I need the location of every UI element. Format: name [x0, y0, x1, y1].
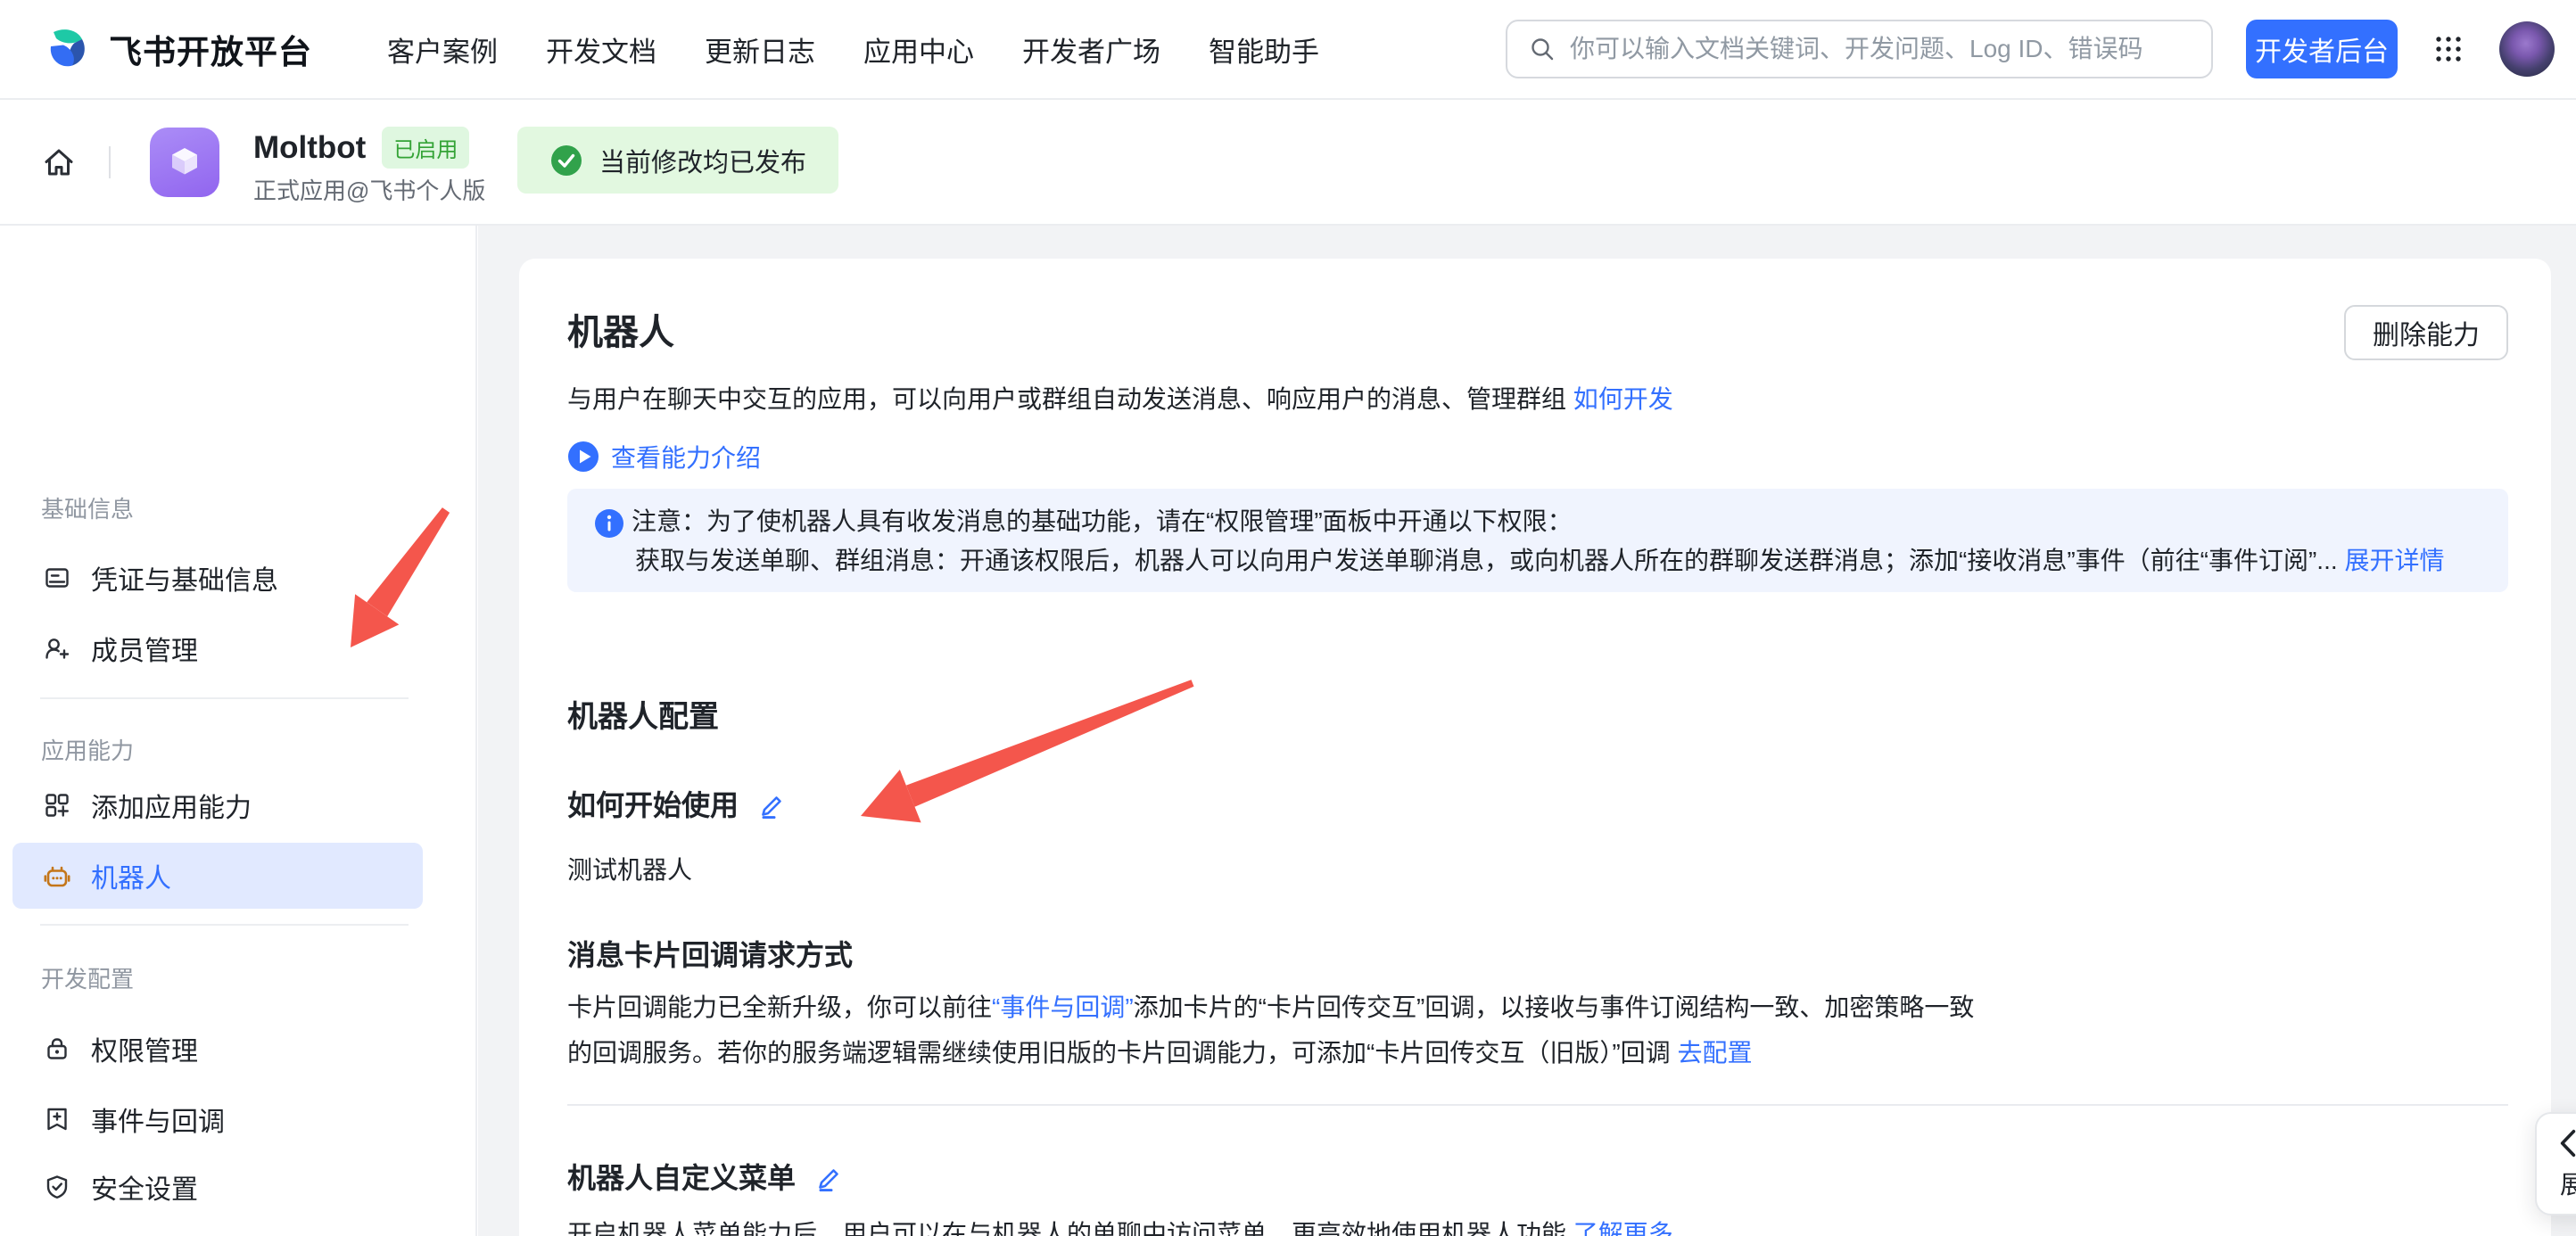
expand-panel-tab[interactable]: 展	[2535, 1112, 2576, 1215]
sidebar-group-dev-config: 开发配置	[41, 961, 134, 994]
app-subtitle: 正式应用@飞书个人版	[253, 173, 485, 206]
avatar[interactable]	[2499, 21, 2555, 77]
sidebar-item-test-company[interactable]: 测试企业和人员	[12, 1224, 423, 1236]
delete-capability-button[interactable]: 删除能力	[2344, 305, 2508, 360]
sidebar-item-permissions[interactable]: 权限管理	[12, 1016, 423, 1082]
nav-item-dev-plaza[interactable]: 开发者广场	[1022, 29, 1160, 70]
sidebar-item-credentials[interactable]: 凭证与基础信息	[12, 545, 423, 611]
learn-more-link[interactable]: 了解更多	[1573, 1220, 1673, 1236]
divider	[567, 1104, 2508, 1106]
nav-right: 开发者后台	[1506, 20, 2555, 78]
capability-intro-label: 查看能力介绍	[611, 439, 761, 474]
search-icon	[1529, 36, 1556, 62]
how-to-start-heading: 如何开始使用	[567, 783, 739, 824]
publish-status: 当前修改均已发布	[517, 127, 838, 194]
sidebar-item-label: 凭证与基础信息	[91, 558, 278, 597]
capability-intro-link[interactable]: 查看能力介绍	[567, 439, 761, 474]
sidebar: 基础信息 凭证与基础信息 成员管理 应用能力	[0, 226, 477, 1236]
sidebar-group-capabilities: 应用能力	[41, 733, 134, 766]
divider	[109, 146, 111, 178]
nav-item-app-center[interactable]: 应用中心	[863, 29, 974, 70]
feishu-logo	[45, 24, 95, 74]
app-name: Moltbot	[253, 130, 366, 166]
sidebar-item-label: 添加应用能力	[91, 786, 252, 825]
sidebar-item-label: 事件与回调	[91, 1100, 225, 1139]
edit-pencil-icon[interactable]	[756, 788, 787, 819]
collapse-chevron-icon	[2558, 1128, 2576, 1158]
apps-grid-icon[interactable]	[2433, 34, 2464, 64]
notice-line2: 获取与发送单聊、群组消息：开通该权限后，机器人可以向用户发送单聊消息，或向机器人…	[635, 542, 2444, 580]
sidebar-group-basic-info: 基础信息	[41, 491, 134, 524]
nav-item-assistant[interactable]: 智能助手	[1209, 29, 1319, 70]
shield-icon	[43, 1173, 71, 1201]
member-icon	[43, 634, 71, 663]
info-icon	[594, 508, 624, 539]
credential-icon	[43, 564, 71, 592]
card-callback-heading: 消息卡片回调请求方式	[567, 933, 853, 974]
custom-menu-heading: 机器人自定义菜单	[567, 1156, 796, 1197]
lock-icon	[43, 1034, 71, 1063]
home-icon[interactable]	[41, 144, 77, 180]
developer-console-button[interactable]: 开发者后台	[2246, 20, 2398, 78]
test-bot-value: 测试机器人	[567, 851, 692, 886]
add-capability-icon	[43, 791, 71, 820]
nav-item-changelog[interactable]: 更新日志	[705, 29, 815, 70]
nav-item-docs[interactable]: 开发文档	[546, 29, 656, 70]
sidebar-item-add-capability[interactable]: 添加应用能力	[12, 772, 423, 838]
check-circle-icon	[549, 144, 583, 177]
notice-line1: 注意：为了使机器人具有收发消息的基础功能，请在“权限管理”面板中开通以下权限：	[632, 503, 1573, 540]
nav-item-cases[interactable]: 客户案例	[387, 29, 498, 70]
custom-menu-row: 机器人自定义菜单	[567, 1156, 844, 1197]
sidebar-item-label: 机器人	[91, 856, 171, 895]
sidebar-item-security[interactable]: 安全设置	[12, 1154, 423, 1220]
divider	[40, 697, 409, 699]
sidebar-item-label: 成员管理	[91, 629, 198, 668]
brand[interactable]: 飞书开放平台	[45, 24, 312, 74]
publish-status-text: 当前修改均已发布	[599, 142, 806, 179]
bot-description: 与用户在聊天中交互的应用，可以向用户或群组自动发送消息、响应用户的消息、管理群组…	[567, 380, 1673, 416]
custom-menu-description: 开启机器人菜单能力后，用户可以在与机器人的单聊中访问菜单，更高效地使用机器人功能…	[567, 1215, 1673, 1236]
card-callback-paragraph: 卡片回调能力已全新升级，你可以前往“事件与回调”添加卡片的“卡片回传交互”回调，…	[567, 985, 1974, 1075]
main-area: 机器人 删除能力 与用户在聊天中交互的应用，可以向用户或群组自动发送消息、响应用…	[478, 226, 2576, 1236]
play-circle-icon	[567, 441, 599, 473]
sidebar-item-label: 权限管理	[91, 1029, 198, 1068]
bot-config-heading: 机器人配置	[567, 692, 719, 736]
top-navbar: 飞书开放平台 客户案例 开发文档 更新日志 应用中心 开发者广场 智能助手 开发…	[0, 0, 2576, 100]
events-callback-link[interactable]: “事件与回调”	[992, 993, 1134, 1021]
sidebar-item-members[interactable]: 成员管理	[12, 615, 423, 681]
app-header: Moltbot 已启用 正式应用@飞书个人版 当前修改均已发布	[0, 100, 2576, 226]
search-box[interactable]	[1506, 20, 2213, 78]
bot-card: 机器人 删除能力 与用户在聊天中交互的应用，可以向用户或群组自动发送消息、响应用…	[519, 259, 2551, 1236]
search-input[interactable]	[1570, 35, 2190, 63]
sidebar-item-bot[interactable]: 机器人	[12, 843, 423, 909]
sidebar-item-events[interactable]: 事件与回调	[12, 1086, 423, 1152]
status-badge: 已启用	[382, 127, 469, 169]
nav-links: 客户案例 开发文档 更新日志 应用中心 开发者广场 智能助手	[387, 29, 1319, 70]
divider	[40, 924, 409, 926]
page-title: 机器人	[567, 303, 674, 355]
expand-details-link[interactable]: 展开详情	[2344, 547, 2444, 574]
app-icon	[150, 128, 219, 197]
edit-pencil-icon[interactable]	[813, 1161, 844, 1191]
goto-config-link[interactable]: 去配置	[1677, 1039, 1752, 1067]
event-icon	[43, 1105, 71, 1133]
how-to-start-row: 如何开始使用	[567, 783, 787, 824]
sidebar-item-label: 安全设置	[91, 1167, 198, 1207]
permission-notice: 注意：为了使机器人具有收发消息的基础功能，请在“权限管理”面板中开通以下权限： …	[567, 489, 2508, 592]
how-to-develop-link[interactable]: 如何开发	[1573, 385, 1673, 413]
brand-name: 飞书开放平台	[109, 25, 312, 73]
robot-icon	[43, 861, 71, 890]
expand-tab-label: 展	[2560, 1166, 2576, 1201]
